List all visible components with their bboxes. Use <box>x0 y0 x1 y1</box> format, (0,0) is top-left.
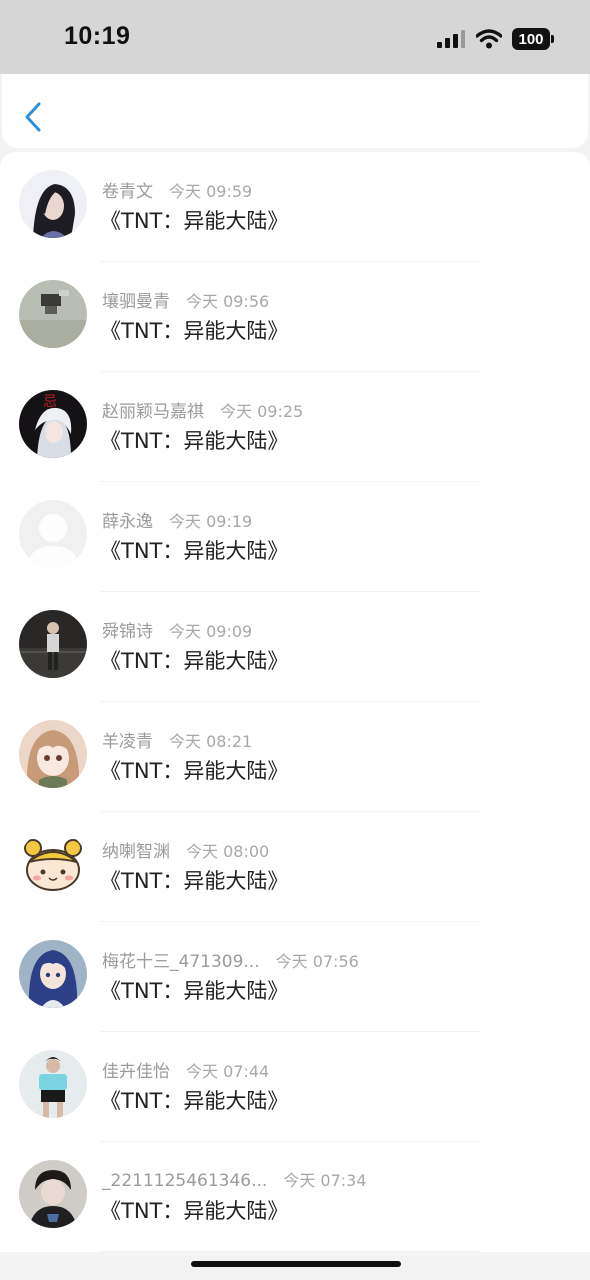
list-item[interactable]: 纳喇智渊 今天 08:00 《TNT：异能大陆》 <box>0 812 590 922</box>
avatar[interactable] <box>19 280 87 348</box>
list-item[interactable]: 卷青文 今天 09:59 《TNT：异能大陆》 <box>0 152 590 262</box>
message-text[interactable]: 《TNT：异能大陆》 <box>100 975 288 1005</box>
message-text[interactable]: 《TNT：异能大陆》 <box>100 315 288 345</box>
avatar[interactable] <box>19 720 87 788</box>
timestamp: 今天 07:34 <box>283 1171 367 1190</box>
timestamp: 今天 08:21 <box>169 732 253 751</box>
chevron-left-icon[interactable] <box>22 101 46 133</box>
timestamp: 今天 07:44 <box>186 1062 270 1081</box>
timestamp: 今天 09:25 <box>220 402 304 421</box>
list-item[interactable]: 梅花十三_471309... 今天 07:56 《TNT：异能大陆》 <box>0 922 590 1032</box>
home-indicator[interactable] <box>191 1261 401 1267</box>
avatar[interactable] <box>19 940 87 1008</box>
message-text[interactable]: 《TNT：异能大陆》 <box>100 1195 288 1225</box>
avatar[interactable] <box>19 1160 87 1228</box>
message-text[interactable]: 《TNT：异能大陆》 <box>100 425 288 455</box>
message-text[interactable]: 《TNT：异能大陆》 <box>100 1085 288 1115</box>
avatar[interactable] <box>19 830 87 898</box>
avatar[interactable] <box>19 170 87 238</box>
status-time: 10:19 <box>64 22 131 50</box>
message-text[interactable]: 《TNT：异能大陆》 <box>100 865 288 895</box>
list-item[interactable]: 佳卉佳怡 今天 07:44 《TNT：异能大陆》 <box>0 1032 590 1142</box>
user-name[interactable]: _2211125461346... <box>102 1171 267 1191</box>
avatar[interactable] <box>19 500 87 568</box>
timestamp: 今天 09:19 <box>169 512 253 531</box>
list-item[interactable]: _2211125461346... 今天 07:34 《TNT：异能大陆》 <box>0 1142 590 1252</box>
user-name[interactable]: 梅花十三_471309... <box>102 952 260 972</box>
list-item[interactable]: 舜锦诗 今天 09:09 《TNT：异能大陆》 <box>0 592 590 702</box>
nav-bar <box>2 74 588 148</box>
user-name[interactable]: 羊凌青 <box>102 732 153 752</box>
avatar[interactable] <box>19 610 87 678</box>
user-name[interactable]: 赵丽颖马嘉祺 <box>102 402 204 422</box>
message-text[interactable]: 《TNT：异能大陆》 <box>100 535 288 565</box>
signal-icon <box>437 30 465 48</box>
list-item[interactable]: 壤驷曼青 今天 09:56 《TNT：异能大陆》 <box>0 262 590 372</box>
list-item[interactable]: 薛永逸 今天 09:19 《TNT：异能大陆》 <box>0 482 590 592</box>
user-name[interactable]: 壤驷曼青 <box>102 292 170 312</box>
timestamp: 今天 07:56 <box>275 952 359 971</box>
avatar[interactable]: 忌 <box>19 390 87 458</box>
status-icons: 100 <box>436 26 554 52</box>
timestamp: 今天 08:00 <box>186 842 270 861</box>
timestamp: 今天 09:59 <box>169 182 253 201</box>
wifi-icon <box>476 29 502 49</box>
timestamp: 今天 09:56 <box>186 292 270 311</box>
timestamp: 今天 09:09 <box>169 622 253 641</box>
svg-text:忌: 忌 <box>43 394 57 410</box>
user-name[interactable]: 舜锦诗 <box>102 622 153 642</box>
message-text[interactable]: 《TNT：异能大陆》 <box>100 645 288 675</box>
message-list: 卷青文 今天 09:59 《TNT：异能大陆》 壤驷曼青 今天 09:56 《TNT… <box>0 152 590 1252</box>
status-bar: 10:19 100 <box>0 0 590 74</box>
avatar[interactable] <box>19 1050 87 1118</box>
battery-indicator: 100 <box>512 28 554 50</box>
user-name[interactable]: 纳喇智渊 <box>102 842 170 862</box>
message-text[interactable]: 《TNT：异能大陆》 <box>100 205 288 235</box>
message-text[interactable]: 《TNT：异能大陆》 <box>100 755 288 785</box>
list-item[interactable]: 忌 赵丽颖马嘉祺 今天 09:25 《TNT：异能大陆》 <box>0 372 590 482</box>
user-name[interactable]: 佳卉佳怡 <box>102 1062 170 1082</box>
list-item[interactable]: 羊凌青 今天 08:21 《TNT：异能大陆》 <box>0 702 590 812</box>
user-name[interactable]: 卷青文 <box>102 182 153 202</box>
user-name[interactable]: 薛永逸 <box>102 512 153 532</box>
